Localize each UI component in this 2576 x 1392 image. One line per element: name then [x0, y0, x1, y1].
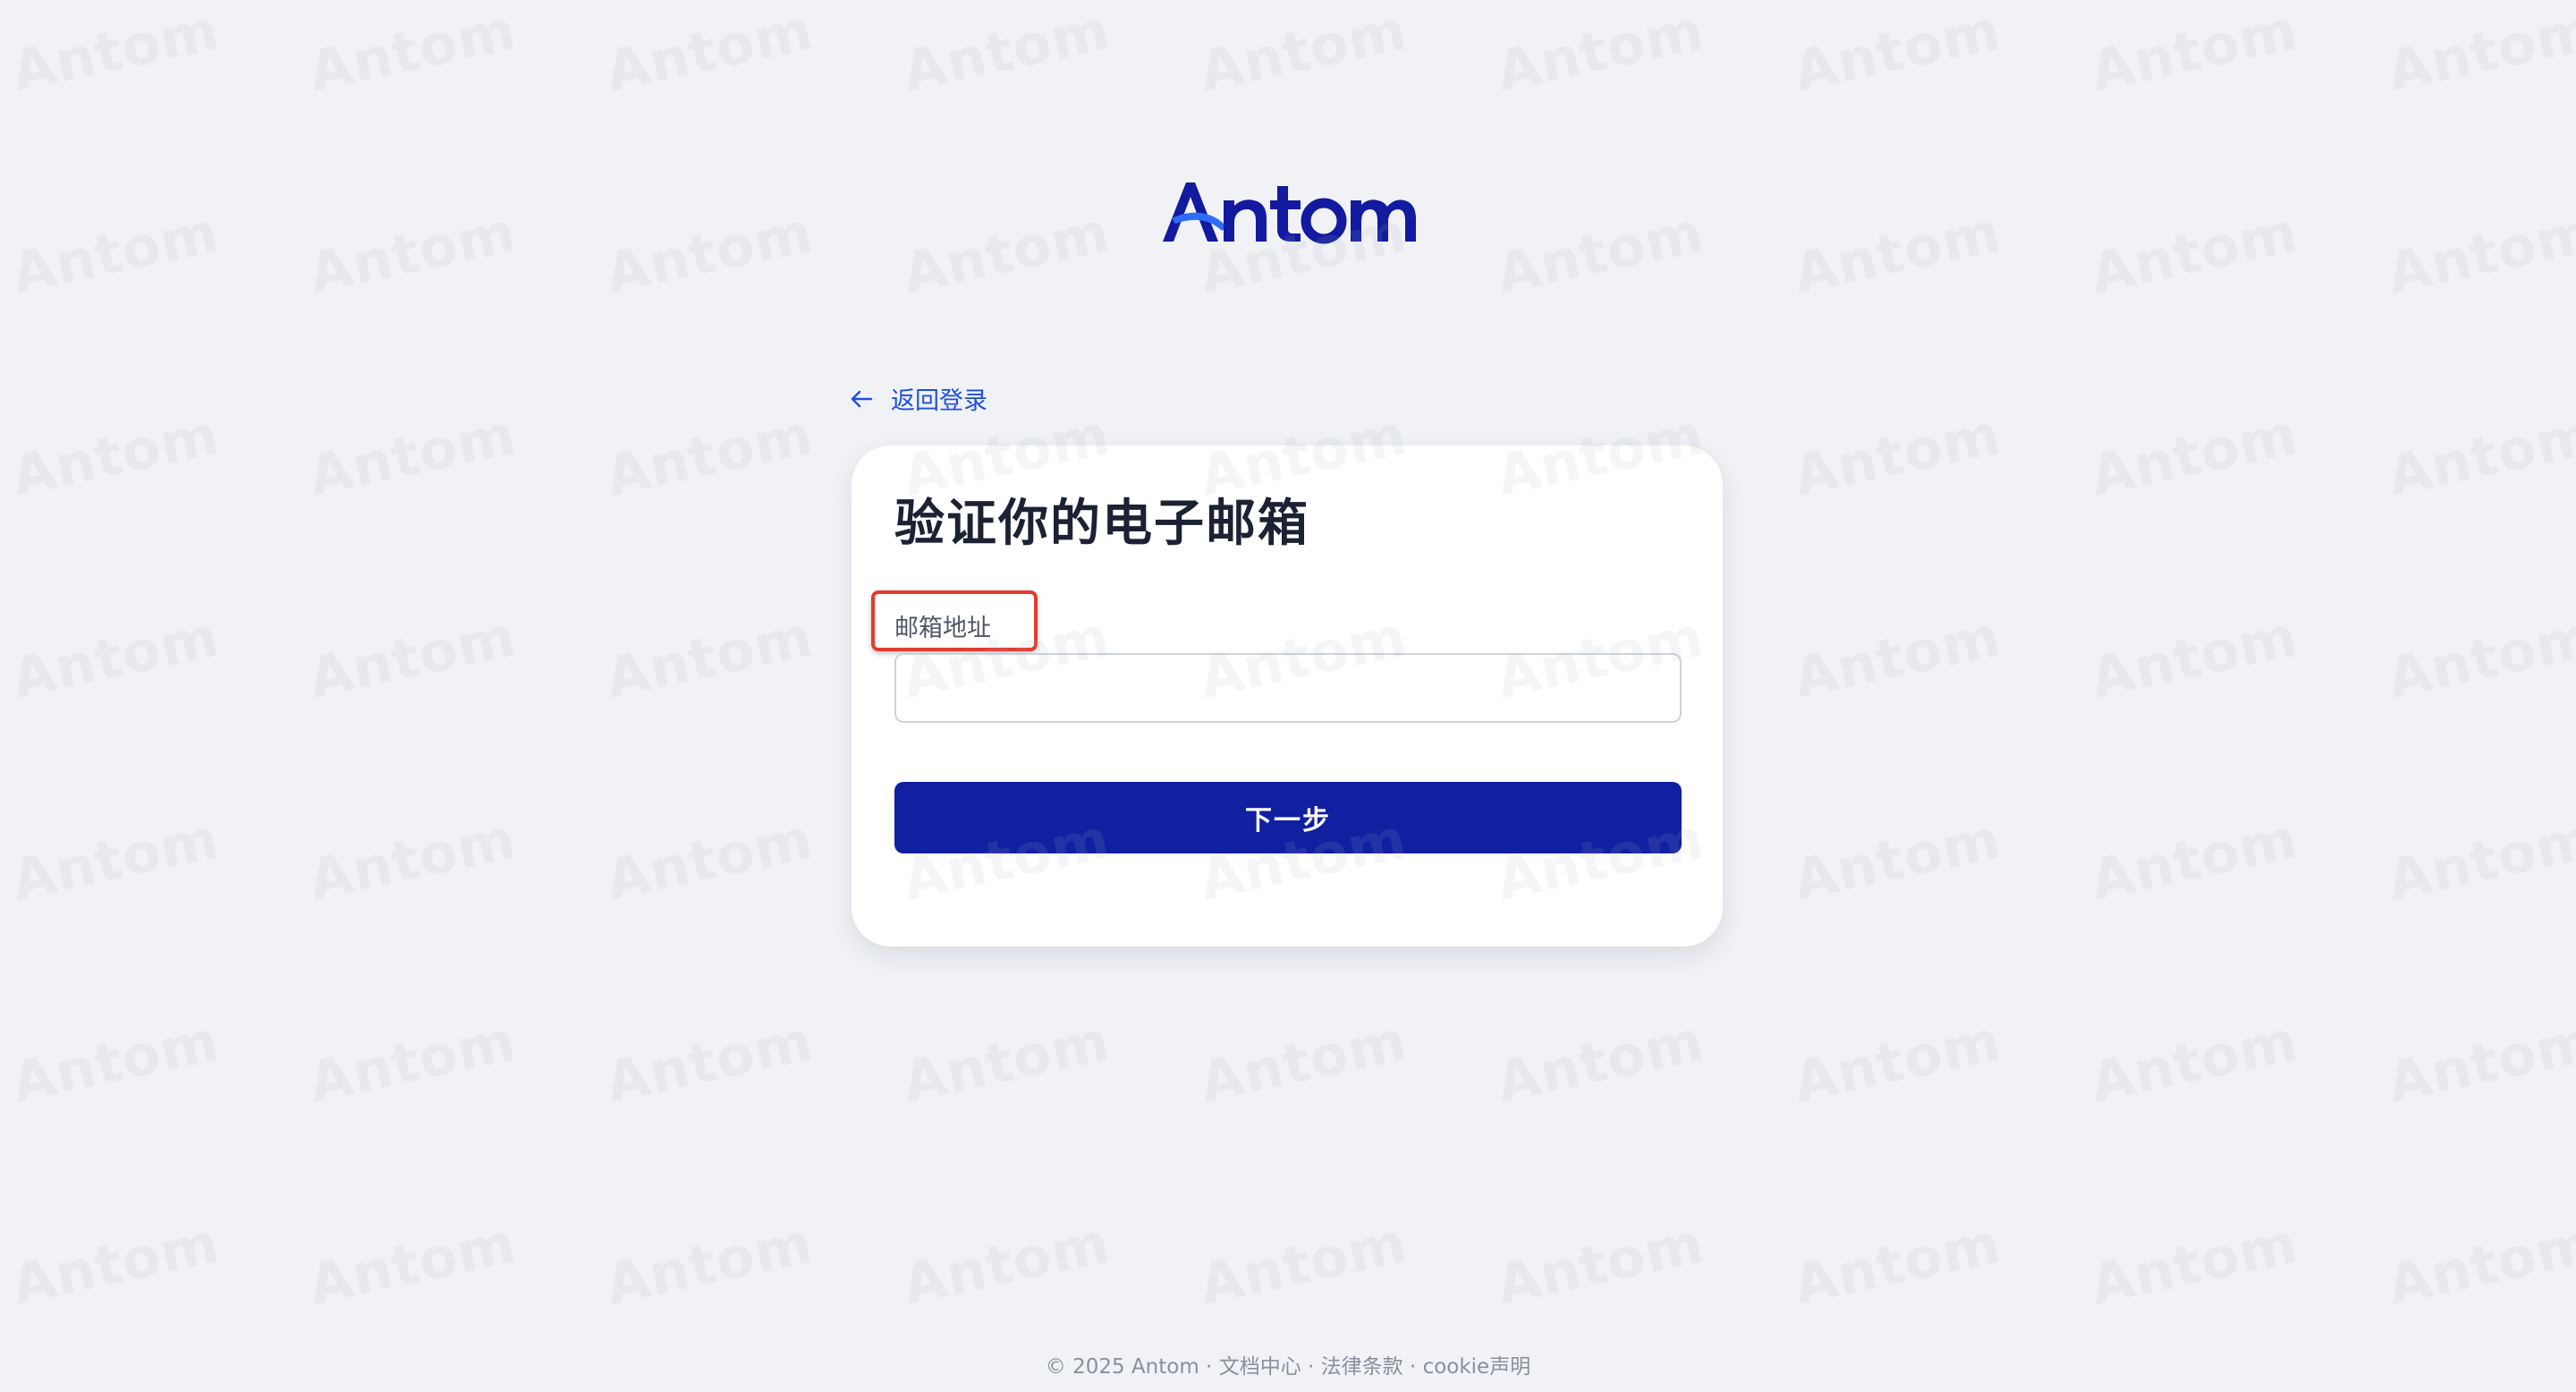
- watermark-text: Antom: [2084, 805, 2304, 913]
- watermark-text: Antom: [5, 199, 225, 307]
- watermark-text: Antom: [5, 1210, 225, 1318]
- watermark-text: Antom: [302, 1007, 522, 1116]
- arrow-left-icon: [850, 389, 873, 409]
- footer-link-legal[interactable]: 法律条款: [1321, 1355, 1403, 1379]
- watermark-text: Antom: [896, 0, 1116, 105]
- footer-separator: ·: [1301, 1355, 1321, 1379]
- watermark-text: Antom: [2381, 1210, 2576, 1318]
- footer-link-cookie[interactable]: cookie声明: [1423, 1355, 1531, 1379]
- antom-logo: [1159, 177, 1419, 254]
- page-title: 验证你的电子邮箱: [894, 495, 1309, 553]
- watermark-text: Antom: [2381, 805, 2576, 913]
- watermark-text: Antom: [599, 805, 819, 913]
- watermark-text: Antom: [1193, 1210, 1413, 1318]
- watermark-text: Antom: [599, 603, 819, 711]
- watermark-text: Antom: [302, 401, 522, 509]
- verify-email-card: 验证你的电子邮箱 邮箱地址 下一步: [852, 446, 1723, 946]
- footer-copyright: © 2025 Antom: [1045, 1355, 1199, 1379]
- watermark-text: Antom: [1787, 805, 2007, 913]
- watermark-text: Antom: [1787, 603, 2007, 711]
- watermark-text: Antom: [1490, 1210, 1710, 1318]
- watermark-text: Antom: [896, 1210, 1116, 1318]
- watermark-text: Antom: [599, 199, 819, 307]
- watermark-text: Antom: [1490, 1007, 1710, 1116]
- watermark-text: Antom: [302, 0, 522, 105]
- next-button[interactable]: 下一步: [894, 782, 1682, 853]
- watermark-text: Antom: [1490, 0, 1710, 105]
- footer: © 2025 Antom · 文档中心 · 法律条款 · cookie声明: [0, 1349, 2576, 1379]
- watermark-text: Antom: [5, 1007, 225, 1116]
- watermark-text: Antom: [302, 805, 522, 913]
- watermark-text: Antom: [2084, 1210, 2304, 1318]
- watermark-text: Antom: [1193, 1007, 1413, 1116]
- watermark-text: Antom: [2084, 0, 2304, 105]
- watermark-text: Antom: [2084, 1007, 2304, 1116]
- watermark-text: Antom: [302, 199, 522, 307]
- watermark-text: Antom: [5, 401, 225, 509]
- email-field[interactable]: [894, 653, 1682, 723]
- footer-link-docs[interactable]: 文档中心: [1219, 1355, 1301, 1379]
- watermark-text: Antom: [2084, 199, 2304, 307]
- footer-separator: ·: [1402, 1355, 1423, 1379]
- watermark-text: Antom: [2381, 0, 2576, 105]
- watermark-text: Antom: [302, 603, 522, 711]
- watermark-text: Antom: [302, 1210, 522, 1318]
- watermark-text: Antom: [5, 0, 225, 105]
- watermark-text: Antom: [1490, 199, 1710, 307]
- watermark-text: Antom: [1193, 0, 1413, 105]
- watermark-text: Antom: [599, 0, 819, 105]
- watermark-text: Antom: [2084, 603, 2304, 711]
- watermark-text: Antom: [5, 603, 225, 711]
- watermark-text: Antom: [599, 401, 819, 509]
- watermark-text: Antom: [1787, 401, 2007, 509]
- watermark-text: Antom: [2381, 401, 2576, 509]
- watermark-text: Antom: [2381, 1007, 2576, 1116]
- watermark-text: Antom: [1787, 199, 2007, 307]
- watermark-text: Antom: [896, 1007, 1116, 1116]
- watermark-text: Antom: [1787, 1007, 2007, 1116]
- watermark-text: Antom: [599, 1007, 819, 1116]
- watermark-text: Antom: [2381, 603, 2576, 711]
- footer-separator: ·: [1199, 1355, 1219, 1379]
- watermark-text: Antom: [1787, 0, 2007, 105]
- watermark-text: Antom: [1787, 1210, 2007, 1318]
- watermark-text: Antom: [599, 1210, 819, 1318]
- watermark-text: Antom: [2084, 401, 2304, 509]
- back-to-login-label: 返回登录: [891, 387, 987, 415]
- watermark-text: Antom: [2381, 199, 2576, 307]
- email-field-label: 邮箱地址: [894, 615, 991, 642]
- verify-email-page: 返回登录 验证你的电子邮箱 邮箱地址 下一步 © 2025 Antom · 文档…: [0, 0, 2576, 1392]
- watermark-text: Antom: [896, 199, 1116, 307]
- watermark-text: Antom: [5, 805, 225, 913]
- back-to-login-link[interactable]: 返回登录: [850, 381, 987, 416]
